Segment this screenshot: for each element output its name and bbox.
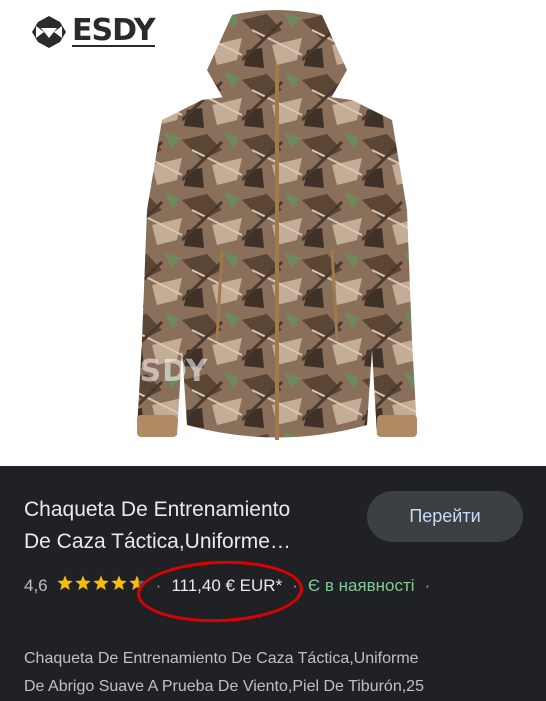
- jacket-image: [137, 10, 417, 440]
- star-filled-icon: [93, 575, 109, 590]
- rating-value: 4,6: [24, 576, 48, 595]
- product-image[interactable]: ESDY ESDY: [0, 0, 546, 466]
- product-title[interactable]: Chaqueta De Entrenamiento De Caza Táctic…: [24, 494, 364, 558]
- star-filled-icon: [57, 575, 73, 590]
- availability-label: Є в наявності: [307, 576, 415, 595]
- separator-dot: ·: [424, 576, 431, 595]
- product-title-line-2: De Caza Táctica,Uniforme…: [24, 530, 291, 553]
- image-watermark: ESDY: [118, 354, 209, 389]
- star-filled-icon: [111, 575, 127, 590]
- star-rating-icon: [56, 575, 146, 597]
- description-line-2: De Abrigo Suave A Prueba De Viento,Piel …: [24, 678, 424, 695]
- stars-graphic: [57, 575, 145, 590]
- esdy-logo-icon: [32, 16, 66, 48]
- star-filled-icon: [75, 575, 91, 590]
- product-description: Chaqueta De Entrenamiento De Caza Táctic…: [24, 645, 534, 701]
- description-line-1: Chaqueta De Entrenamiento De Caza Táctic…: [24, 650, 419, 667]
- go-button[interactable]: Перейти: [367, 491, 523, 542]
- product-title-line-1: Chaqueta De Entrenamiento: [24, 498, 291, 521]
